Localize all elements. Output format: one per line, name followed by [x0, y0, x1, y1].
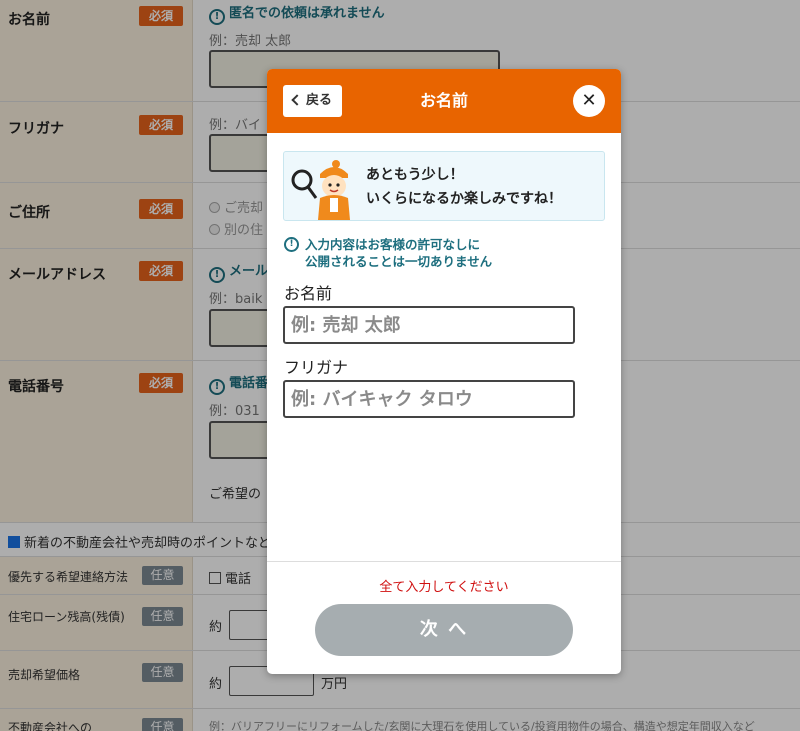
modal-name-label: お名前	[284, 284, 333, 303]
encouragement-text: あともう少し！ いくらになるか楽しみですね！	[366, 167, 562, 207]
chevron-left-icon	[291, 94, 303, 106]
modal-header: お名前 戻る ✕	[267, 69, 621, 133]
modal-name-input[interactable]	[283, 306, 575, 344]
modal-kana-input[interactable]	[283, 380, 575, 418]
next-button[interactable]: 次 へ	[315, 604, 573, 656]
modal-kana-label: フリガナ	[284, 358, 349, 377]
modal-footer: 全て入力してください 次 へ	[267, 561, 621, 674]
name-modal: お名前 戻る ✕ あともう少し！ いくらになるか楽しみですね！ ! 入力内容はお…	[267, 69, 621, 674]
info-icon: !	[284, 237, 299, 252]
close-icon: ✕	[581, 90, 597, 111]
back-button[interactable]: 戻る	[283, 85, 342, 117]
privacy-note: ! 入力内容はお客様の許可なしに 公開されることは一切ありません	[284, 236, 492, 270]
close-button[interactable]: ✕	[573, 85, 605, 117]
validation-warning: 全て入力してください	[379, 580, 509, 595]
encouragement-bubble: あともう少し！ いくらになるか楽しみですね！	[283, 151, 605, 221]
detective-mascot-icon	[291, 160, 350, 220]
